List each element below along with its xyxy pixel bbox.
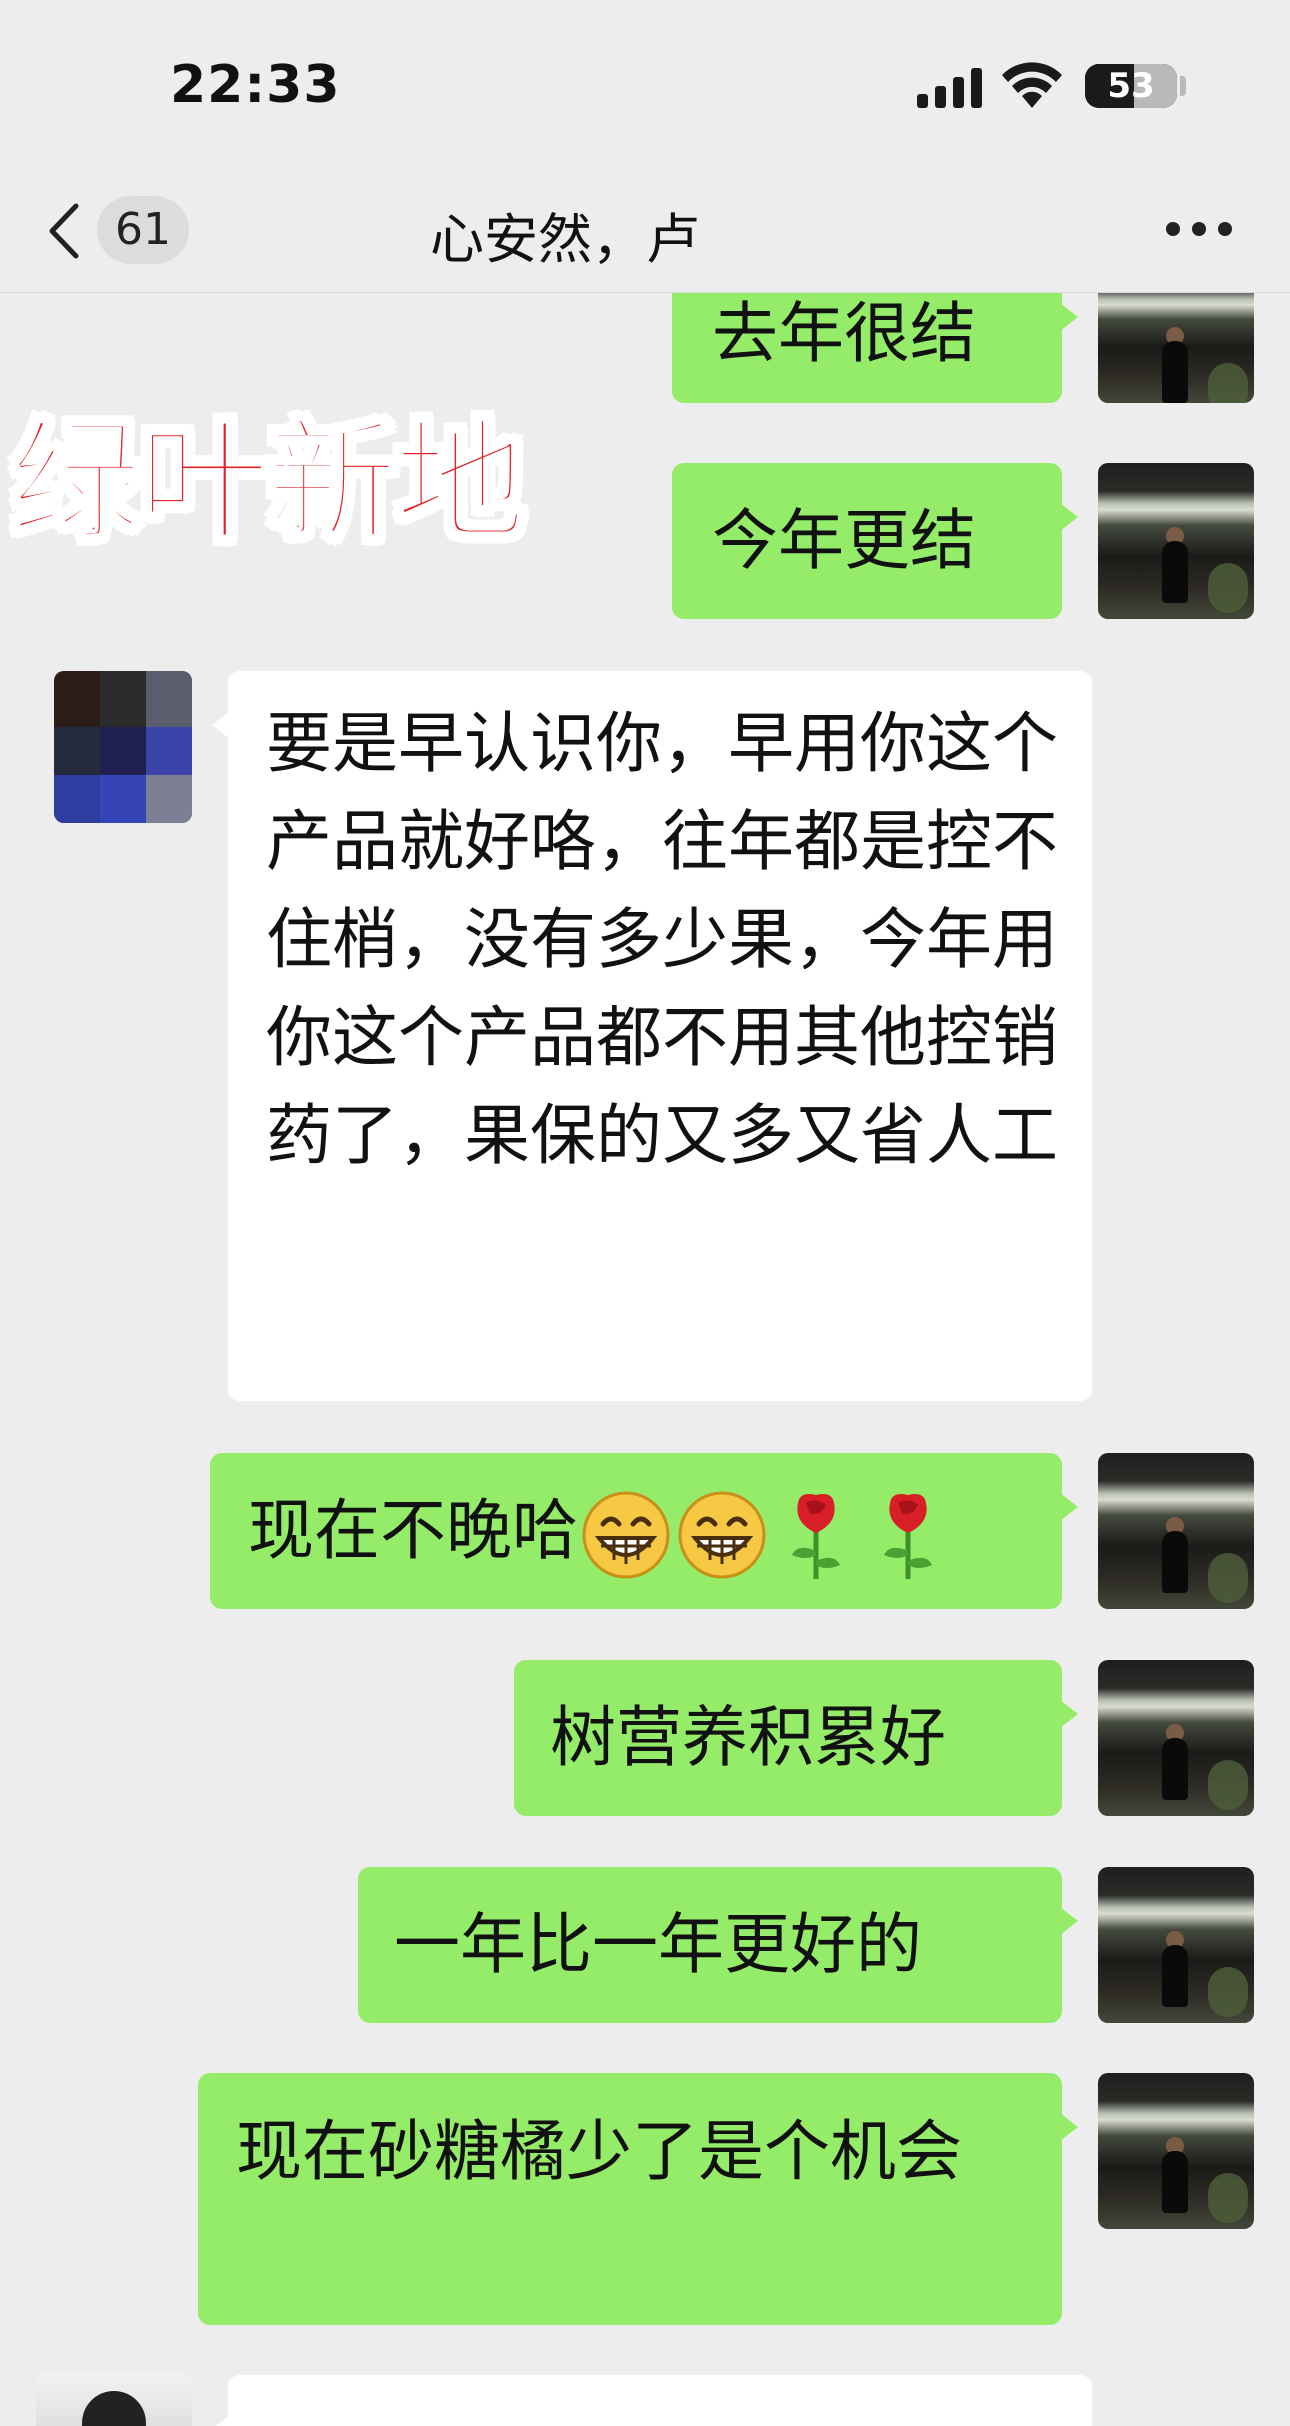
chat-title[interactable]: 心安然，卢 xyxy=(430,195,700,274)
chat-area[interactable]: 去年很结 绿叶新地 今年更结 要是早认识你，早用你这个产品就好咯，往年都是控不住… xyxy=(0,293,1290,2426)
more-options-icon[interactable] xyxy=(1166,222,1232,238)
message-bubble-outgoing[interactable]: 今年更结 xyxy=(672,463,1078,619)
battery-icon: 53 xyxy=(1085,64,1177,108)
message-text: 去年很结 xyxy=(712,295,976,372)
title-blur-mask xyxy=(720,200,880,260)
avatar-self[interactable] xyxy=(1098,293,1254,403)
message-bubble-incoming[interactable] xyxy=(212,2375,1092,2426)
message-text: 要是早认识你，早用你这个产品就好咯，往年都是控不住梢，没有多少果，今年用你这个产… xyxy=(266,705,1058,1174)
watermark-text: 绿叶新地 xyxy=(8,404,528,562)
battery-level: 53 xyxy=(1107,66,1155,106)
rose-icon xyxy=(792,1493,840,1579)
avatar-self[interactable] xyxy=(1098,1453,1254,1609)
cellular-signal-icon xyxy=(917,68,982,108)
message-bubble-incoming[interactable]: 要是早认识你，早用你这个产品就好咯，往年都是控不住梢，没有多少果，今年用你这个产… xyxy=(212,671,1092,1401)
avatar-self[interactable] xyxy=(1098,463,1254,619)
avatar-contact[interactable] xyxy=(36,2373,192,2426)
avatar-self[interactable] xyxy=(1098,2073,1254,2229)
message-text: 现在砂糖橘少了是个机会 xyxy=(236,2113,962,2190)
grin-icon xyxy=(582,1491,670,1579)
message-bubble-outgoing[interactable]: 现在砂糖橘少了是个机会 xyxy=(198,2073,1078,2325)
status-bar: 22:33 53 xyxy=(0,0,1290,170)
message-text: 今年更结 xyxy=(712,502,976,579)
avatar-self[interactable] xyxy=(1098,1867,1254,2023)
nav-bar: 61 心安然，卢 xyxy=(0,170,1290,293)
message-text: 树营养积累好 xyxy=(550,1699,946,1776)
wifi-icon xyxy=(1002,62,1062,108)
avatar-contact[interactable] xyxy=(54,671,192,823)
back-chevron-icon[interactable] xyxy=(44,200,84,262)
battery-cap xyxy=(1180,76,1186,96)
message-bubble-outgoing[interactable]: 一年比一年更好的 xyxy=(358,1867,1078,2023)
message-bubble-outgoing[interactable]: 树营养积累好 xyxy=(514,1660,1078,1816)
message-bubble-outgoing[interactable]: 现在不晚哈 xyxy=(210,1453,1078,1609)
message-text: 一年比一年更好的 xyxy=(394,1906,922,1983)
message-text: 现在不晚哈 xyxy=(248,1492,578,1569)
grin-icon xyxy=(678,1491,766,1579)
message-bubble-outgoing[interactable]: 去年很结 xyxy=(672,293,1078,403)
avatar-self[interactable] xyxy=(1098,1660,1254,1816)
unread-count-badge[interactable]: 61 xyxy=(97,196,189,264)
status-time: 22:33 xyxy=(170,55,341,115)
rose-icon xyxy=(884,1493,932,1579)
